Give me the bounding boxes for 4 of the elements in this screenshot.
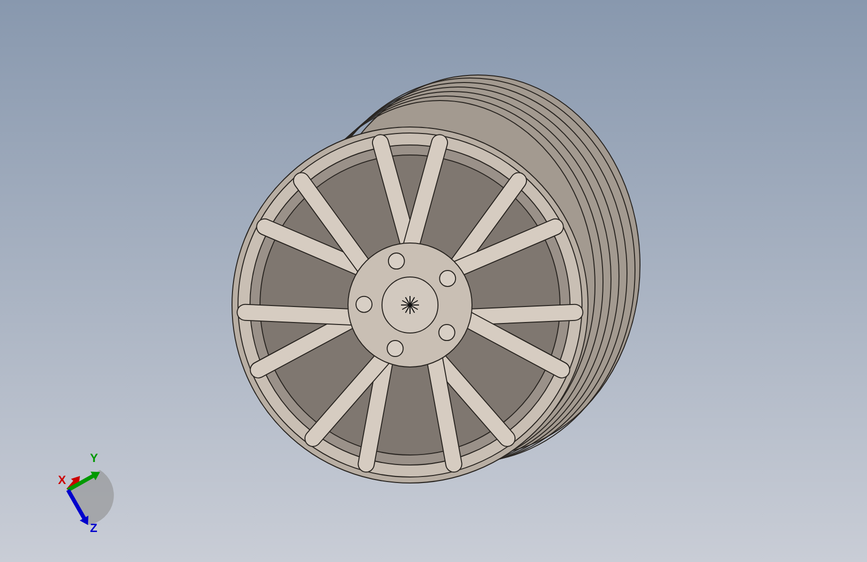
axis-label: Z (90, 521, 98, 535)
axis-label: Y (90, 451, 98, 465)
axis-label: X (58, 473, 66, 487)
rotation-arc-icon (68, 470, 114, 525)
